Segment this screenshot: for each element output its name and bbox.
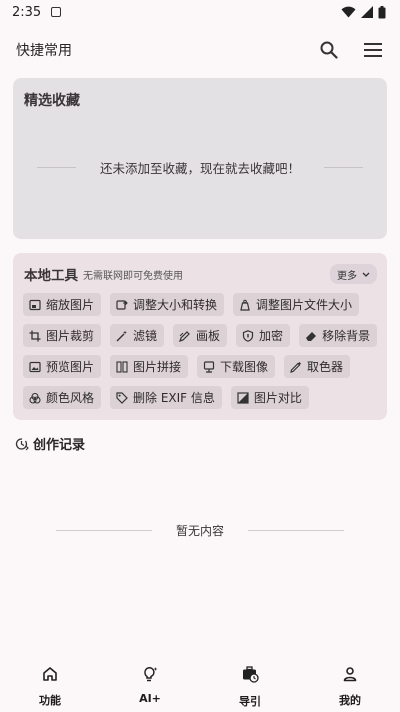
nav-label: 导引: [239, 695, 261, 708]
tool-chip-label: 调整大小和转换: [133, 298, 218, 312]
page-title: 快捷常用: [16, 43, 72, 59]
palette-icon: [29, 392, 41, 404]
tool-chip-scale-image[interactable]: 缩放图片: [23, 293, 102, 316]
person-icon: [343, 667, 357, 682]
menu-button[interactable]: [362, 39, 384, 61]
history-icon: [15, 437, 29, 450]
status-time: 2:35: [12, 4, 42, 20]
nav-item-profile[interactable]: 我的: [300, 652, 400, 712]
tool-chip-label: 图片拼接: [133, 360, 182, 374]
tool-chip-color-style[interactable]: 颜色风格: [23, 386, 102, 409]
divider-line: [56, 530, 152, 531]
tool-chip-label: 画板: [196, 329, 221, 343]
records-title: 创作记录: [33, 438, 86, 453]
nav-item-guide[interactable]: 导引: [200, 652, 300, 712]
tag-icon: [116, 391, 128, 404]
battery-icon: [378, 5, 386, 18]
nav-label: 我的: [339, 694, 361, 707]
tool-chip-label: 图片对比: [253, 391, 302, 405]
tool-chip-label: 预览图片: [46, 360, 95, 374]
tool-row: 预览图片 图片拼接 下载图像 取色器: [23, 355, 379, 378]
tool-chip-preview-image[interactable]: 预览图片: [23, 355, 102, 378]
tool-chip-filter[interactable]: 滤镜: [110, 324, 165, 347]
records-empty-text: 暂无内容: [176, 524, 225, 538]
tool-chip-grid: 缩放图片 调整大小和转换 调整图片文件大小 图片裁剪 滤镜 画板 加密 移除背景…: [23, 293, 379, 417]
notification-a-icon: [51, 7, 62, 17]
download-image-icon: [203, 360, 215, 373]
tool-chip-label: 滤镜: [133, 329, 158, 343]
search-button[interactable]: [318, 39, 340, 61]
signal-icon: [361, 6, 373, 18]
tool-chip-label: 移除背景: [322, 329, 371, 343]
tool-chip-label: 缩放图片: [46, 298, 95, 312]
menu-icon: [364, 43, 382, 57]
tool-chip-resize-convert[interactable]: 调整大小和转换: [110, 293, 225, 316]
stitch-icon: [116, 360, 128, 373]
nav-label: AI+: [139, 692, 161, 705]
color-picker-icon: [290, 361, 302, 373]
tool-chip-label: 下载图像: [220, 360, 269, 374]
local-tools-subtitle: 无需联网即可免费使用: [83, 270, 183, 282]
draw-icon: [179, 330, 190, 342]
local-tools-title: 本地工具: [24, 268, 78, 284]
tool-chip-drawing-board[interactable]: 画板: [173, 324, 228, 347]
tool-chip-remove-background[interactable]: 移除背景: [299, 324, 378, 347]
tool-row: 缩放图片 调整大小和转换 调整图片文件大小: [23, 293, 379, 316]
tool-chip-label: 调整图片文件大小: [256, 298, 353, 312]
favorites-card: 精选收藏 还未添加至收藏，现在就去收藏吧！: [13, 78, 387, 239]
tool-chip-label: 图片裁剪: [46, 329, 95, 343]
shield-icon: [242, 329, 254, 342]
tool-row: 颜色风格 删除 EXIF 信息 图片对比: [23, 386, 379, 409]
more-tools-label: 更多: [337, 270, 357, 282]
tool-chip-download-image[interactable]: 下载图像: [197, 355, 276, 378]
tool-chip-image-compare[interactable]: 图片对比: [230, 386, 309, 409]
local-tools-header: 本地工具 无需联网即可免费使用 更多: [24, 263, 377, 285]
divider-line: [324, 167, 364, 168]
chevron-down-icon: [362, 272, 370, 277]
image-scale-icon: [29, 299, 41, 310]
bottom-nav: 功能 AI+ 导引 我的: [0, 652, 400, 712]
crop-icon: [29, 330, 41, 341]
nav-label: 功能: [39, 694, 61, 707]
tool-chip-crop[interactable]: 图片裁剪: [23, 324, 102, 347]
app-bar: 快捷常用: [0, 30, 400, 70]
resize-convert-icon: [116, 299, 128, 310]
tool-chip-encrypt[interactable]: 加密: [236, 324, 291, 347]
status-bar: 2:35: [0, 0, 400, 24]
search-icon: [320, 41, 338, 59]
favorites-empty-state: 还未添加至收藏，现在就去收藏吧！: [37, 158, 364, 177]
tool-chip-label: 颜色风格: [46, 391, 95, 405]
briefcase-clock-icon: [243, 666, 259, 683]
file-weight-icon: [240, 299, 250, 311]
local-tools-card: 本地工具 无需联网即可免费使用 更多 缩放图片 调整大小和转换 调整图片文件大小: [13, 253, 387, 420]
tool-chip-label: 删除 EXIF 信息: [133, 391, 215, 405]
favorites-empty-text: 还未添加至收藏，现在就去收藏吧！: [100, 161, 301, 176]
tool-chip-color-picker[interactable]: 取色器: [284, 355, 351, 378]
tool-chip-label: 加密: [259, 329, 284, 343]
favorites-title: 精选收藏: [24, 93, 80, 109]
magic-wand-icon: [116, 330, 128, 341]
divider-line: [248, 530, 345, 531]
home-icon: [43, 667, 57, 681]
tool-chip-remove-exif[interactable]: 删除 EXIF 信息: [110, 386, 222, 409]
records-header: 创作记录: [15, 434, 85, 453]
more-tools-button[interactable]: 更多: [330, 264, 377, 284]
nav-item-features[interactable]: 功能: [0, 652, 100, 712]
tool-chip-image-stitch[interactable]: 图片拼接: [110, 355, 189, 378]
lightbulb-sparkle-icon: [144, 667, 158, 682]
preview-image-icon: [29, 361, 41, 372]
tool-chip-label: 取色器: [307, 360, 344, 374]
compare-icon: [237, 391, 249, 404]
nav-item-ai[interactable]: AI+: [100, 652, 200, 712]
eraser-icon: [306, 331, 317, 341]
wifi-icon: [341, 6, 356, 18]
records-empty-state: 暂无内容: [56, 522, 345, 539]
tool-chip-file-size[interactable]: 调整图片文件大小: [233, 293, 360, 316]
divider-line: [37, 167, 76, 168]
tool-row: 图片裁剪 滤镜 画板 加密 移除背景: [23, 324, 379, 347]
